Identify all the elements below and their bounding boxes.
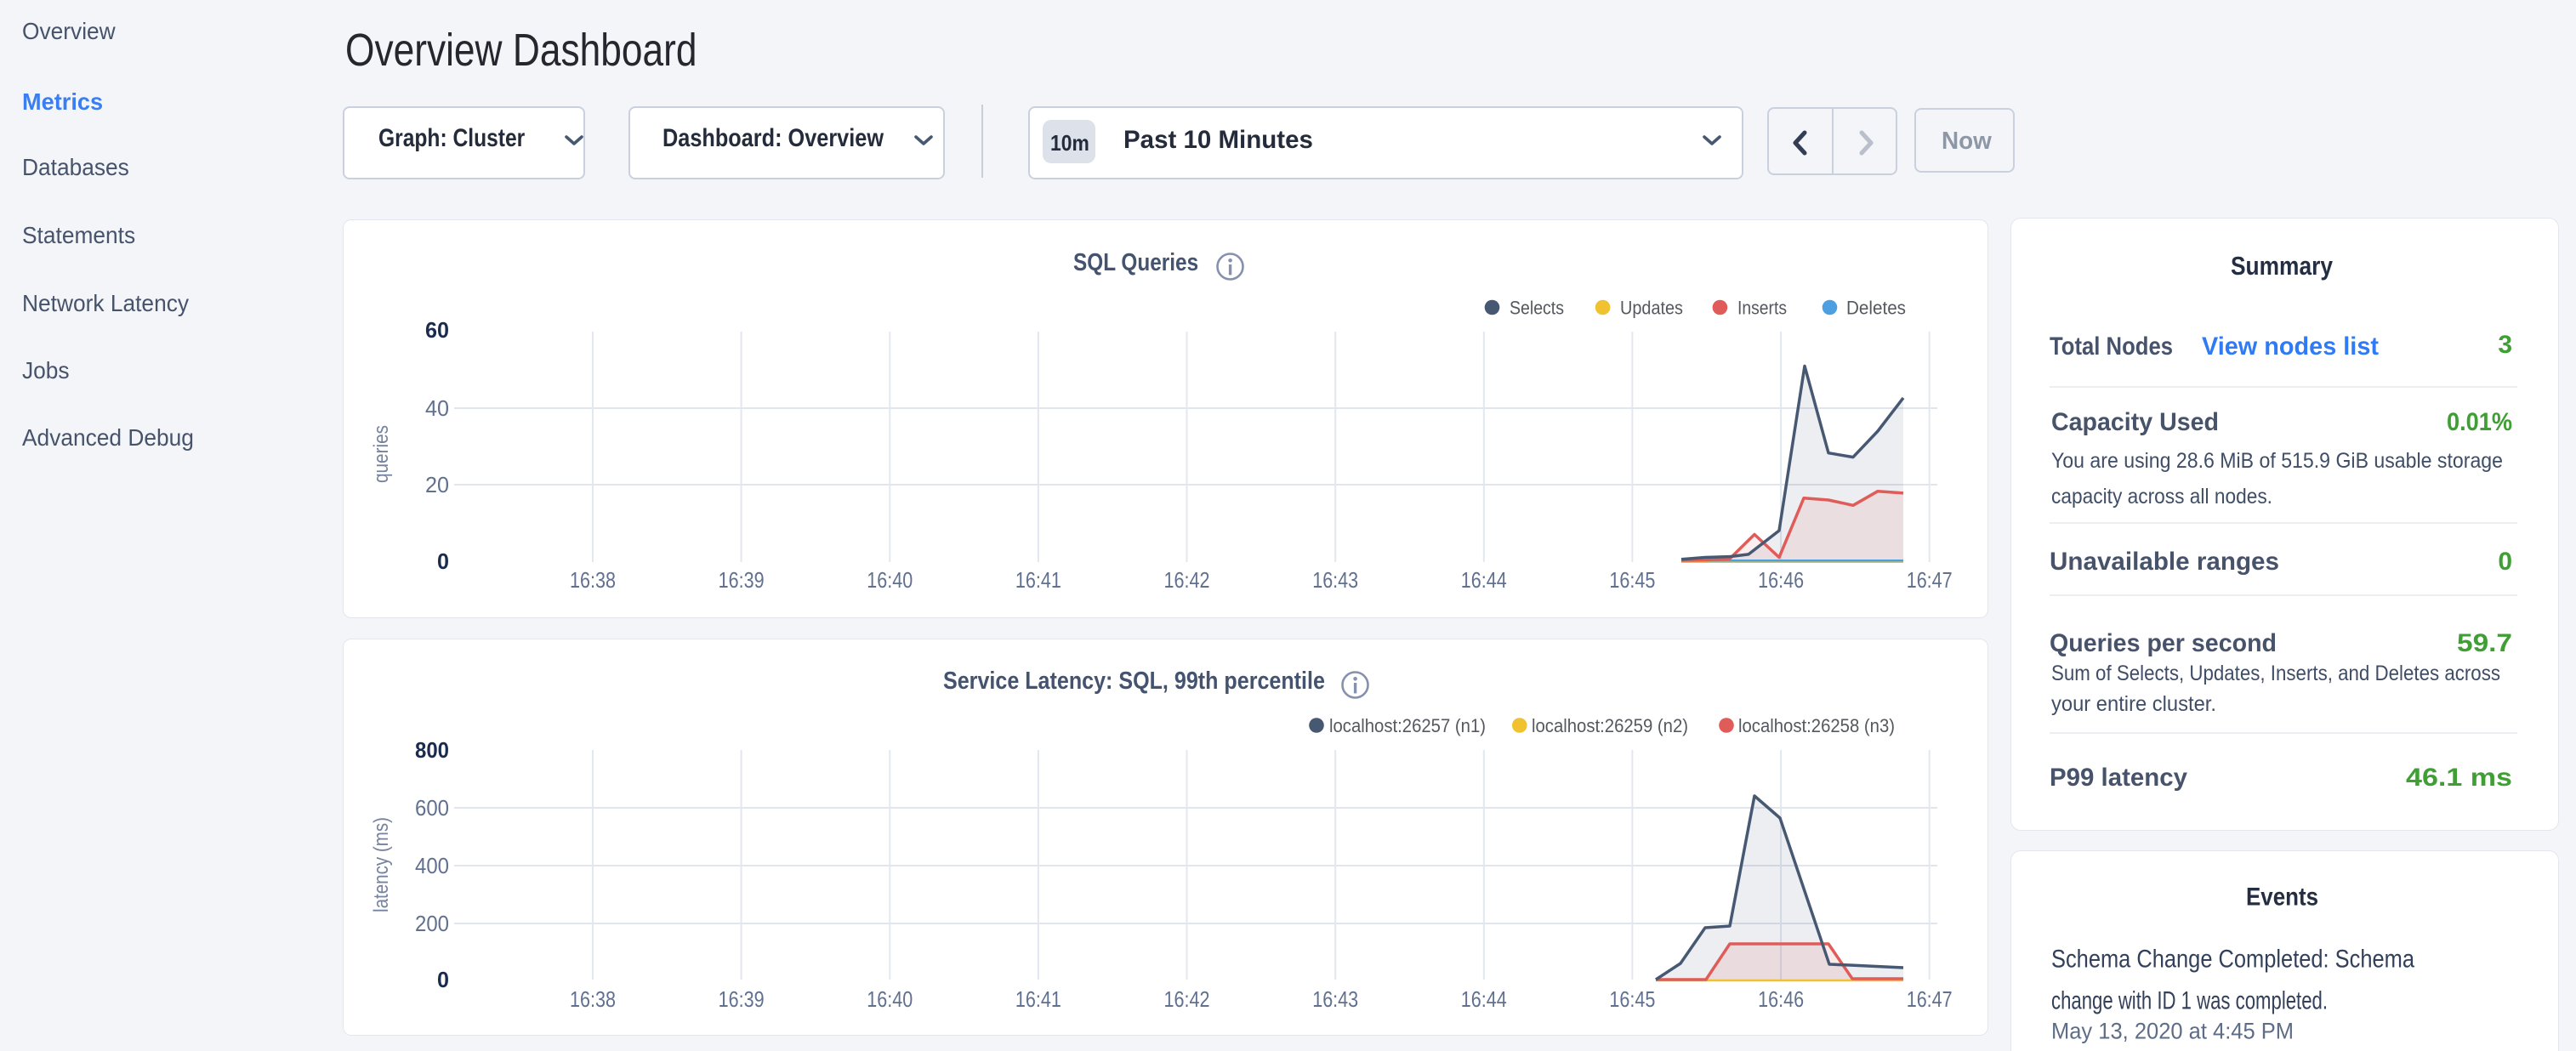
svg-text:16:40: 16:40 bbox=[867, 567, 913, 593]
svg-text:You are using 28.6 MiB of 515.: You are using 28.6 MiB of 515.9 GiB usab… bbox=[2051, 449, 2503, 473]
svg-text:40: 40 bbox=[425, 395, 449, 421]
svg-text:16:46: 16:46 bbox=[1758, 567, 1804, 593]
svg-text:16:43: 16:43 bbox=[1312, 986, 1358, 1012]
svg-text:Schema Change Completed: Schem: Schema Change Completed: Schema bbox=[2051, 946, 2414, 974]
svg-text:latency (ms): latency (ms) bbox=[370, 817, 393, 912]
svg-text:View nodes list: View nodes list bbox=[2202, 332, 2379, 361]
svg-text:16:44: 16:44 bbox=[1461, 986, 1507, 1012]
svg-text:16:39: 16:39 bbox=[719, 567, 765, 593]
svg-text:400: 400 bbox=[415, 853, 449, 878]
svg-text:capacity across all nodes.: capacity across all nodes. bbox=[2051, 485, 2272, 508]
svg-text:16:38: 16:38 bbox=[570, 567, 616, 593]
svg-text:Updates: Updates bbox=[1620, 297, 1683, 318]
svg-text:59.7: 59.7 bbox=[2457, 629, 2512, 657]
svg-text:16:46: 16:46 bbox=[1758, 986, 1804, 1012]
svg-text:16:47: 16:47 bbox=[1907, 986, 1953, 1012]
svg-text:0: 0 bbox=[2498, 548, 2512, 576]
svg-text:localhost:26257 (n1): localhost:26257 (n1) bbox=[1329, 715, 1486, 736]
svg-text:queries: queries bbox=[370, 425, 393, 483]
svg-text:May 13, 2020 at 4:45 PM: May 13, 2020 at 4:45 PM bbox=[2051, 1018, 2294, 1043]
svg-text:16:45: 16:45 bbox=[1609, 567, 1655, 593]
svg-text:0: 0 bbox=[437, 548, 449, 574]
svg-text:60: 60 bbox=[425, 317, 449, 343]
svg-text:16:41: 16:41 bbox=[1015, 567, 1061, 593]
svg-text:16:44: 16:44 bbox=[1461, 567, 1507, 593]
svg-text:16:47: 16:47 bbox=[1907, 567, 1953, 593]
svg-text:Selects: Selects bbox=[1510, 297, 1564, 318]
svg-text:16:43: 16:43 bbox=[1312, 567, 1358, 593]
svg-text:0.01%: 0.01% bbox=[2447, 408, 2512, 436]
svg-text:Total Nodes: Total Nodes bbox=[2050, 332, 2173, 361]
svg-text:Capacity Used: Capacity Used bbox=[2051, 408, 2219, 436]
svg-text:16:45: 16:45 bbox=[1609, 986, 1655, 1012]
svg-text:Queries per second: Queries per second bbox=[2050, 629, 2277, 657]
svg-text:Summary: Summary bbox=[2231, 251, 2334, 281]
svg-text:change with ID 1 was completed: change with ID 1 was completed. bbox=[2051, 987, 2328, 1015]
svg-text:Inserts: Inserts bbox=[1737, 297, 1787, 318]
svg-text:16:42: 16:42 bbox=[1164, 567, 1210, 593]
svg-text:16:38: 16:38 bbox=[570, 986, 616, 1012]
svg-text:16:39: 16:39 bbox=[719, 986, 765, 1012]
svg-text:localhost:26259 (n2): localhost:26259 (n2) bbox=[1532, 715, 1688, 736]
svg-text:16:41: 16:41 bbox=[1015, 986, 1061, 1012]
svg-text:your entire cluster.: your entire cluster. bbox=[2051, 692, 2216, 716]
svg-text:16:42: 16:42 bbox=[1164, 986, 1210, 1012]
svg-text:46.1 ms: 46.1 ms bbox=[2406, 764, 2512, 792]
svg-text:P99 latency: P99 latency bbox=[2050, 764, 2187, 792]
svg-text:Unavailable ranges: Unavailable ranges bbox=[2050, 548, 2279, 576]
svg-text:800: 800 bbox=[415, 737, 449, 763]
svg-text:0: 0 bbox=[437, 967, 449, 992]
svg-text:3: 3 bbox=[2498, 331, 2512, 359]
svg-text:600: 600 bbox=[415, 795, 449, 821]
svg-text:200: 200 bbox=[415, 911, 449, 936]
svg-text:localhost:26258 (n3): localhost:26258 (n3) bbox=[1738, 715, 1895, 736]
svg-text:20: 20 bbox=[425, 472, 449, 497]
svg-text:Events: Events bbox=[2246, 883, 2318, 911]
svg-text:16:40: 16:40 bbox=[867, 986, 913, 1012]
svg-text:Deletes: Deletes bbox=[1846, 297, 1906, 318]
svg-text:Sum of Selects, Updates, Inser: Sum of Selects, Updates, Inserts, and De… bbox=[2051, 662, 2500, 685]
